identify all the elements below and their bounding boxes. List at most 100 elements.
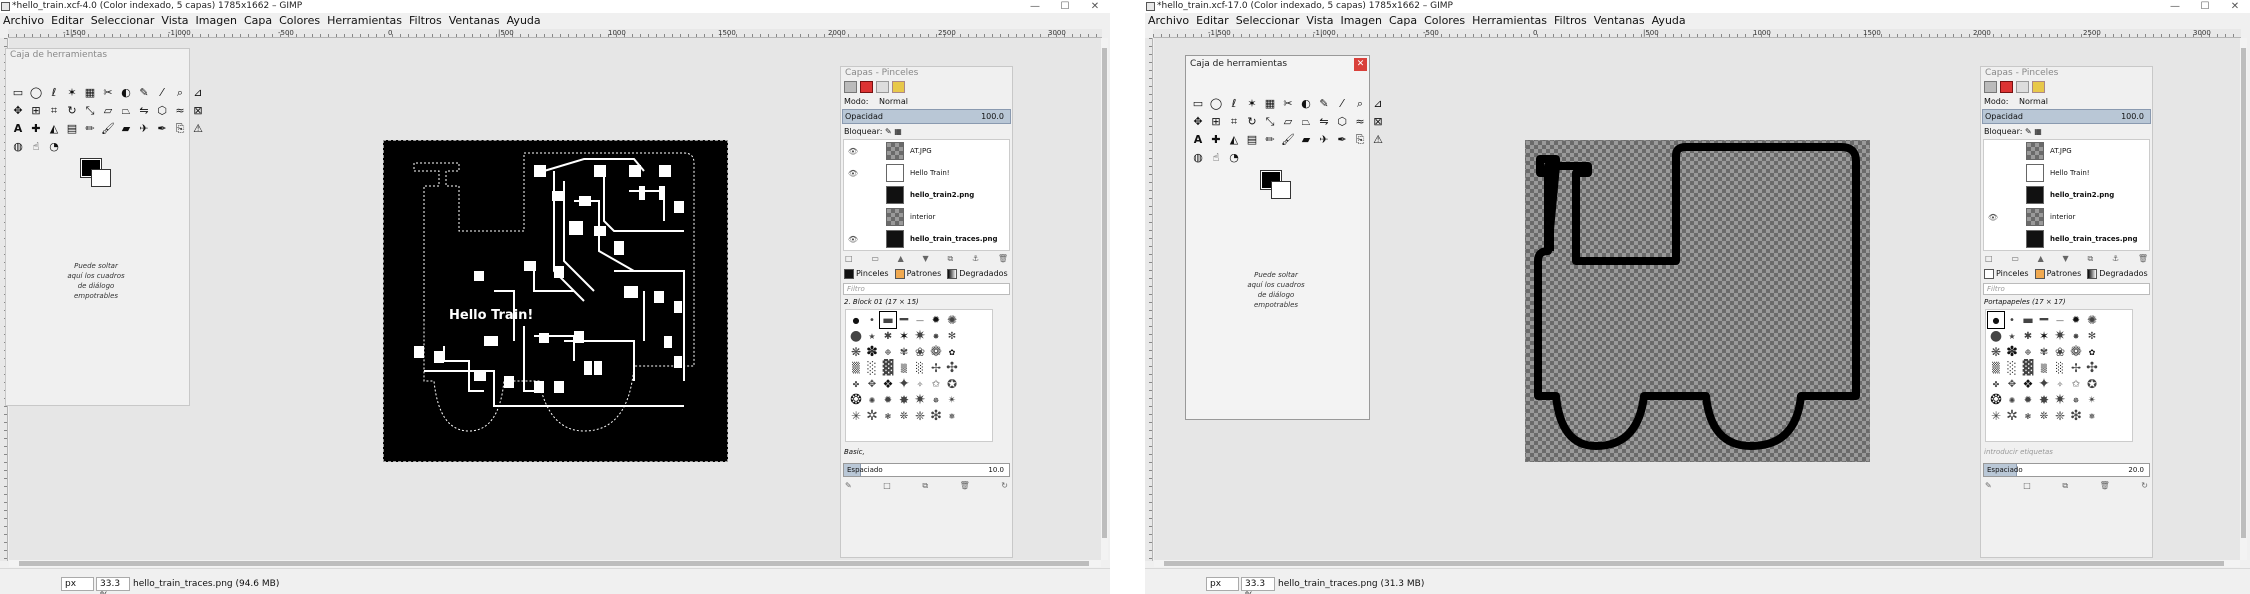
opacity-slider[interactable]: Opacidad 100.0 (1982, 109, 2151, 124)
maximize-button[interactable]: ☐ (2190, 0, 2220, 13)
delete-layer-button[interactable]: 🗑 (998, 254, 1008, 266)
move-icon[interactable]: ✥ (9, 101, 27, 119)
brush-preview-icon[interactable]: ★ (864, 328, 880, 344)
menu-colores[interactable]: Colores (1424, 13, 1465, 29)
color-select-icon[interactable]: ▦ (81, 83, 99, 101)
brush-preview-icon[interactable]: ✢ (928, 360, 944, 376)
lower-layer-button[interactable]: ▼ (2063, 254, 2069, 266)
menu-ayuda[interactable]: Ayuda (1652, 13, 1686, 29)
heal-icon[interactable]: ✚ (27, 119, 45, 137)
brush-preview-icon[interactable]: ✲ (864, 408, 880, 424)
brush-preview-icon[interactable]: ✢ (2068, 360, 2084, 376)
foreground-select-icon[interactable]: ◐ (117, 83, 135, 101)
cage-icon[interactable]: ⬡ (153, 101, 171, 119)
brush-preview-icon[interactable]: ✺ (944, 312, 960, 328)
layer-row[interactable]: 👁 Hello Train! (844, 162, 1009, 184)
brush-preview-icon[interactable]: ✧ (2052, 376, 2068, 392)
fuzzy-select-icon[interactable]: ✶ (1243, 94, 1261, 112)
ellipse-select-icon[interactable]: ◯ (27, 83, 45, 101)
ellipse-select-icon[interactable]: ◯ (1207, 94, 1225, 112)
channels-tab-icon[interactable] (2000, 81, 2013, 93)
menu-colores[interactable]: Colores (279, 13, 320, 29)
brush-preview-icon[interactable]: ❖ (880, 376, 896, 392)
filter-input[interactable]: Filtro (1983, 283, 2150, 295)
vertical-scrollbar[interactable] (2240, 38, 2247, 560)
tab-pinceles[interactable]: Pinceles (1984, 267, 2029, 281)
layer-row[interactable]: hello_train2.png (844, 184, 1009, 206)
paintbrush-icon[interactable]: 🖌 (1279, 130, 1297, 148)
duplicate-layer-button[interactable]: ⧉ (2087, 254, 2093, 266)
flip-icon[interactable]: ⇋ (135, 101, 153, 119)
brush-preview-icon[interactable]: ● (848, 312, 864, 328)
minimize-button[interactable]: — (2160, 0, 2190, 13)
menu-herramientas[interactable]: Herramientas (1472, 13, 1547, 29)
brush-preview-icon[interactable]: ✱ (880, 328, 896, 344)
brush-preview-icon[interactable]: ❈ (2052, 408, 2068, 424)
lasso-icon[interactable]: ℓ (45, 83, 63, 101)
spacing-slider[interactable]: Espaciado 10.0 (843, 463, 1010, 477)
unified-transform-icon[interactable]: ⊠ (1369, 112, 1387, 130)
menu-editar[interactable]: Editar (1196, 13, 1229, 29)
rect-select-icon[interactable]: ▭ (9, 83, 27, 101)
pencil-icon[interactable]: ✏ (1261, 130, 1279, 148)
brush-preview-icon[interactable]: ✴ (2084, 392, 2100, 408)
lower-layer-button[interactable]: ▼ (923, 254, 929, 266)
tab-degradados[interactable]: Degradados (947, 267, 1008, 281)
crop-icon[interactable]: ⌗ (1225, 112, 1243, 130)
lock-paint-icon[interactable]: ✎ (2025, 127, 2032, 136)
layer-visibility-eye-icon[interactable]: 👁 (844, 235, 862, 244)
raise-layer-button[interactable]: ▲ (2038, 254, 2044, 266)
brush-preview-icon[interactable]: ✪ (2084, 376, 2100, 392)
rotate-icon[interactable]: ↻ (63, 101, 81, 119)
heal-icon[interactable]: ✚ (1207, 130, 1225, 148)
lock-paint-icon[interactable]: ✎ (885, 127, 892, 136)
blend-icon[interactable]: ▤ (63, 119, 81, 137)
brush-preview-icon[interactable]: ▒ (1988, 360, 2004, 376)
brush-preview-icon[interactable]: ✾ (2036, 344, 2052, 360)
brush-preview-icon[interactable]: ✥ (2004, 376, 2020, 392)
lock-alpha-icon[interactable]: ▦ (2034, 127, 2042, 136)
brush-preview-icon[interactable]: ✶ (2036, 328, 2052, 344)
color-picker-icon[interactable]: ⁄ (1333, 94, 1351, 112)
lock-alpha-icon[interactable]: ▦ (894, 127, 902, 136)
brush-preview-icon[interactable]: ✾ (896, 344, 912, 360)
tag-input[interactable]: introducir etiquetas (1984, 447, 2053, 457)
undo-tab-icon[interactable] (2032, 81, 2045, 93)
scissors-icon[interactable]: ✂ (99, 83, 117, 101)
menu-imagen[interactable]: Imagen (196, 13, 237, 29)
eraser-icon[interactable]: ▰ (1297, 130, 1315, 148)
horizontal-scrollbar[interactable] (9, 560, 1101, 567)
clone-icon[interactable]: ⎘ (171, 119, 189, 137)
brush-preview-icon[interactable]: — (2052, 312, 2068, 328)
paths-icon[interactable]: ✎ (1315, 94, 1333, 112)
airbrush-icon[interactable]: ✈ (135, 119, 153, 137)
layer-visibility-eye-icon[interactable]: 👁 (844, 147, 862, 156)
brush-preview-icon[interactable]: ━ (896, 312, 912, 328)
brush-preview-icon[interactable]: ❂ (1988, 392, 2004, 408)
brush-preview-icon[interactable]: ❋ (848, 344, 864, 360)
brush-preview-icon[interactable]: ▒ (896, 360, 912, 376)
paths-tab-icon[interactable] (876, 81, 889, 93)
brush-preview-icon[interactable]: ✺ (864, 392, 880, 408)
perspective-icon[interactable]: ⏢ (1297, 112, 1315, 130)
edit-brush-button[interactable]: ✎ (845, 481, 852, 493)
minimize-button[interactable]: — (1020, 0, 1050, 13)
brush-preview-icon[interactable]: ❅ (944, 408, 960, 424)
brush-preview-icon[interactable]: ✳ (848, 408, 864, 424)
brush-preview-icon[interactable]: ❅ (2084, 408, 2100, 424)
brush-preview-icon[interactable]: ✹ (2068, 312, 2084, 328)
spacing-slider[interactable]: Espaciado 20.0 (1983, 463, 2150, 477)
brush-preview-icon[interactable]: ✺ (2084, 312, 2100, 328)
brush-preview-icon[interactable]: ▬ (2020, 312, 2036, 328)
brush-preview-icon[interactable]: ✱ (2020, 328, 2036, 344)
menu-vista[interactable]: Vista (1306, 13, 1333, 29)
menu-filtros[interactable]: Filtros (1554, 13, 1587, 29)
brush-preview-icon[interactable]: ✹ (2020, 392, 2036, 408)
brush-preview-icon[interactable]: ❃ (880, 408, 896, 424)
layer-row[interactable]: Hello Train! (1984, 162, 2149, 184)
menu-vista[interactable]: Vista (161, 13, 188, 29)
refresh-brushes-button[interactable]: ↻ (1001, 481, 1008, 493)
brush-preview-icon[interactable]: ✦ (2036, 376, 2052, 392)
close-button[interactable]: ✕ (2220, 0, 2250, 13)
unified-transform-icon[interactable]: ⊠ (189, 101, 207, 119)
